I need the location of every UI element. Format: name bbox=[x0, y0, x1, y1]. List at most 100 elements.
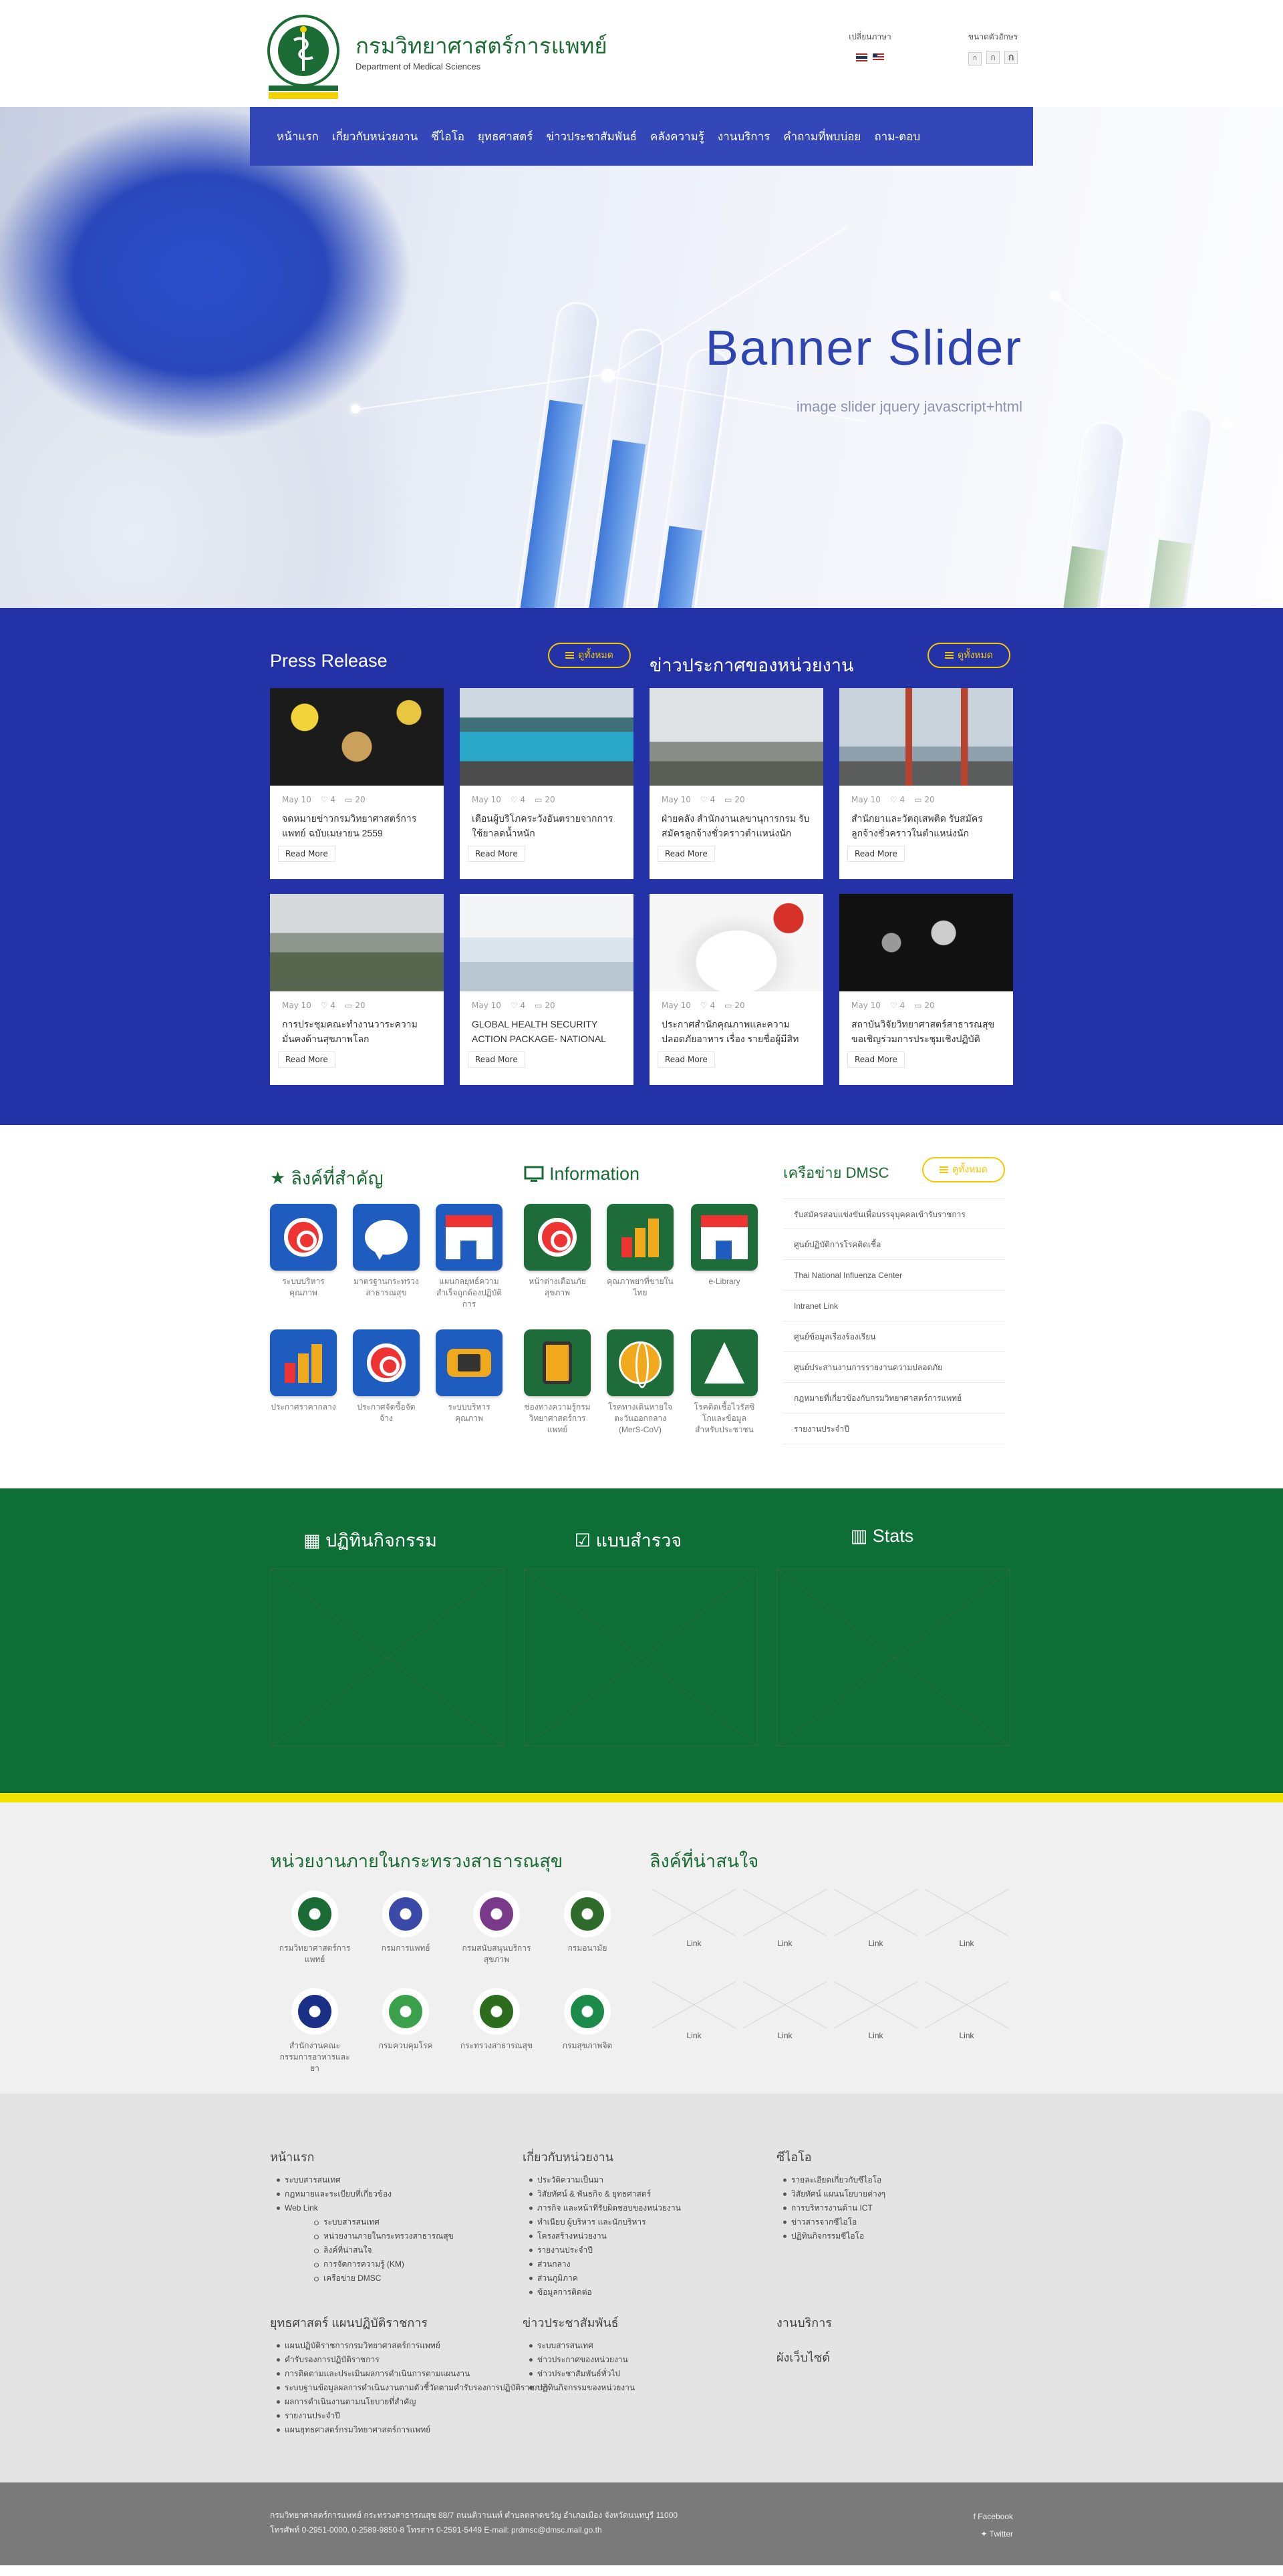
news-card[interactable]: May 10 ♡ 4 ▭ 20 จดหมายข่าวกรมวิทยาศาสตร์… bbox=[270, 688, 444, 879]
footer-link[interactable]: Web Link bbox=[270, 2201, 454, 2215]
news-card[interactable]: May 10 ♡ 4 ▭ 20 เตือนผู้บริโภคระวังอันตร… bbox=[460, 688, 633, 879]
information-tile[interactable]: โรคทางเดินหายใจตะวันออกกลาง (MerS-CoV) bbox=[607, 1329, 674, 1436]
footer-link[interactable]: ข่าวประกาศของหน่วยงาน bbox=[523, 2353, 635, 2367]
news-thumbnail[interactable] bbox=[650, 688, 823, 786]
footer-link[interactable]: ระบบสารสนเทศ bbox=[523, 2339, 635, 2353]
nav-services[interactable]: งานบริการ bbox=[718, 128, 770, 146]
footer-heading[interactable]: ข่าวประชาสัมพันธ์ bbox=[523, 2313, 635, 2332]
footer-heading[interactable]: หน้าแรก bbox=[270, 2147, 454, 2166]
footer-heading[interactable]: ยุทธศาสตร์ แผนปฏิบัติราชการ bbox=[270, 2313, 549, 2332]
footer-link[interactable]: ปฏิทินกิจกรรมซีไอโอ bbox=[776, 2229, 885, 2243]
link-placeholder-image[interactable] bbox=[924, 1981, 1009, 2029]
footer-link[interactable]: รายงานประจำปี bbox=[270, 2409, 549, 2423]
footer-heading[interactable]: เกี่ยวกับหน่วยงาน bbox=[523, 2147, 681, 2166]
interesting-link[interactable]: Link bbox=[924, 1889, 1009, 1951]
dmsc-logo[interactable] bbox=[265, 13, 342, 100]
news-card[interactable]: May 10 ♡ 4 ▭ 20 ฝ่ายคลัง สำนักงานเลขานุก… bbox=[650, 688, 823, 879]
announcement-view-all-button[interactable]: ดูทั้งหมด bbox=[928, 643, 1010, 668]
important-tile[interactable]: ประกาศราคากลาง bbox=[270, 1329, 337, 1413]
footer-link[interactable]: การติดตามและประเมินผลการดำเนินการตามแผนง… bbox=[270, 2367, 549, 2381]
important-tile[interactable]: ระบบบริหารคุณภาพ bbox=[436, 1329, 503, 1424]
footer-link[interactable]: ข้อมูลการติดต่อ bbox=[523, 2285, 681, 2299]
footer-heading[interactable]: งานบริการ bbox=[776, 2313, 832, 2332]
nav-knowledge[interactable]: คลังความรู้ bbox=[650, 128, 704, 146]
agency-item[interactable]: กระทรวงสาธารณสุข bbox=[460, 1988, 533, 2052]
link-placeholder-image[interactable] bbox=[833, 1889, 918, 1937]
link-placeholder-image[interactable] bbox=[652, 1889, 736, 1937]
agency-item[interactable]: กรมวิทยาศาสตร์การแพทย์ bbox=[278, 1891, 351, 1965]
footer-link[interactable]: ข่าวสารจากซีไอโอ bbox=[776, 2215, 885, 2229]
information-tile[interactable]: ช่องทางความรู้กรมวิทยาศาสตร์การแพทย์ bbox=[524, 1329, 591, 1436]
read-more-button[interactable]: Read More bbox=[847, 846, 905, 862]
activity-calendar-widget[interactable] bbox=[270, 1569, 504, 1746]
nav-news[interactable]: ข่าวประชาสัมพันธ์ bbox=[546, 128, 637, 146]
agency-seal-icon[interactable] bbox=[291, 1891, 338, 1937]
agency-item[interactable]: กรมการแพทย์ bbox=[369, 1891, 442, 1954]
link-placeholder-image[interactable] bbox=[742, 1981, 827, 2029]
nav-cio[interactable]: ซีไอโอ bbox=[431, 128, 464, 146]
footer-link[interactable]: ระบบฐานข้อมูลผลการดำเนินงานตามตัวชี้วัดต… bbox=[270, 2381, 549, 2395]
read-more-button[interactable]: Read More bbox=[468, 1052, 525, 1068]
read-more-button[interactable]: Read More bbox=[658, 1052, 715, 1068]
network-link[interactable]: ศูนย์ประสานงานการรายงานความปลอดภัย bbox=[783, 1352, 1005, 1383]
news-card[interactable]: May 10 ♡ 4 ▭ 20 ประกาศสำนักคุณภาพและความ… bbox=[650, 894, 823, 1085]
news-title[interactable]: ฝ่ายคลัง สำนักงานเลขานุการกรม รับสมัครลู… bbox=[662, 811, 811, 840]
target-icon[interactable] bbox=[353, 1329, 420, 1396]
agency-seal-icon[interactable] bbox=[382, 1988, 429, 2035]
bar-chart-icon[interactable] bbox=[270, 1329, 337, 1396]
english-flag-icon[interactable] bbox=[872, 53, 884, 61]
news-title[interactable]: GLOBAL HEALTH SECURITY ACTION PACKAGE- N… bbox=[472, 1017, 621, 1046]
interesting-link[interactable]: Link bbox=[652, 1981, 736, 2043]
chat-bubble-icon[interactable] bbox=[353, 1204, 420, 1271]
news-thumbnail[interactable] bbox=[460, 894, 633, 991]
read-more-button[interactable]: Read More bbox=[658, 846, 715, 862]
navigation-arrow-icon[interactable] bbox=[691, 1329, 758, 1396]
target-icon[interactable] bbox=[524, 1204, 591, 1271]
footer-heading[interactable]: ผังเว็บไซต์ bbox=[776, 2348, 830, 2367]
footer-link[interactable]: ปฏิทินกิจกรรมของหน่วยงาน bbox=[523, 2381, 635, 2395]
agency-item[interactable]: กรมสุขภาพจิต bbox=[551, 1988, 624, 2052]
network-link[interactable]: ศูนย์ข้อมูลเรื่องร้องเรียน bbox=[783, 1321, 1005, 1352]
news-card[interactable]: May 10 ♡ 4 ▭ 20 สำนักยาและวัตถุเสพติด รั… bbox=[839, 688, 1013, 879]
read-more-button[interactable]: Read More bbox=[278, 1052, 335, 1068]
information-tile[interactable]: e-Library bbox=[691, 1204, 758, 1287]
agency-seal-icon[interactable] bbox=[473, 1891, 520, 1937]
agency-seal-icon[interactable] bbox=[291, 1988, 338, 2035]
footer-link[interactable]: ระบบสารสนเทศ bbox=[270, 2173, 454, 2187]
network-link[interactable]: ศูนย์ปฏิบัติการโรคติดเชื้อ bbox=[783, 1229, 1005, 1260]
footer-heading[interactable]: ซีไอโอ bbox=[776, 2147, 885, 2166]
footer-link[interactable]: ประวัติความเป็นมา bbox=[523, 2173, 681, 2187]
read-more-button[interactable]: Read More bbox=[847, 1052, 905, 1068]
information-tile[interactable]: หน้าต่างเตือนภัยสุขภาพ bbox=[524, 1204, 591, 1299]
footer-link[interactable]: การบริหารงานด้าน ICT bbox=[776, 2201, 885, 2215]
agency-seal-icon[interactable] bbox=[564, 1891, 611, 1937]
footer-link[interactable]: แผนปฏิบัติราชการกรมวิทยาศาสตร์การแพทย์ bbox=[270, 2339, 549, 2353]
gamepad-icon[interactable] bbox=[436, 1329, 503, 1396]
tablet-icon[interactable] bbox=[524, 1329, 591, 1396]
read-more-button[interactable]: Read More bbox=[468, 846, 525, 862]
news-thumbnail[interactable] bbox=[270, 894, 444, 991]
news-thumbnail[interactable] bbox=[650, 894, 823, 991]
footer-link[interactable]: ภารกิจ และหน้าที่รับผิดชอบของหน่วยงาน bbox=[523, 2201, 681, 2215]
footer-link[interactable]: การจัดการความรู้ (KM) bbox=[270, 2257, 454, 2271]
important-tile[interactable]: มาตรฐานกระทรวงสาธารณสุข bbox=[353, 1204, 420, 1299]
footer-link[interactable]: ระบบสารสนเทศ bbox=[270, 2215, 454, 2229]
twitter-link[interactable]: ✦ Twitter bbox=[974, 2525, 1013, 2543]
agency-item[interactable]: กรมควบคุมโรค bbox=[369, 1988, 442, 2052]
news-title[interactable]: เตือนผู้บริโภคระวังอันตรายจากการใช้ยาลดน… bbox=[472, 811, 621, 840]
thai-flag-icon[interactable] bbox=[856, 53, 868, 61]
agency-item[interactable]: สำนักงานคณะกรรมการอาหารและยา bbox=[278, 1988, 351, 2074]
read-more-button[interactable]: Read More bbox=[278, 846, 335, 862]
facebook-link[interactable]: f Facebook bbox=[974, 2508, 1013, 2525]
news-title[interactable]: สำนักยาและวัตถุเสพติด รับสมัครลูกจ้างชั่… bbox=[851, 811, 1001, 840]
interesting-link[interactable]: Link bbox=[924, 1981, 1009, 2043]
footer-link[interactable]: ผลการดำเนินงานตามนโยบายที่สำคัญ bbox=[270, 2395, 549, 2409]
shop-icon[interactable] bbox=[436, 1204, 503, 1271]
news-thumbnail[interactable] bbox=[839, 688, 1013, 786]
footer-link[interactable]: ส่วนกลาง bbox=[523, 2257, 681, 2271]
news-title[interactable]: จดหมายข่าวกรมวิทยาศาสตร์การแพทย์ ฉบับเมษ… bbox=[282, 811, 432, 840]
network-link[interactable]: รับสมัครสอบแข่งขันเพื่อบรรจุบุคคลเข้ารับ… bbox=[783, 1198, 1005, 1229]
link-placeholder-image[interactable] bbox=[924, 1889, 1009, 1937]
important-tile[interactable]: แผนกลยุทธ์ความสำเร็จถูกต้องปฏิบัติการ bbox=[436, 1204, 503, 1310]
news-thumbnail[interactable] bbox=[460, 688, 633, 786]
